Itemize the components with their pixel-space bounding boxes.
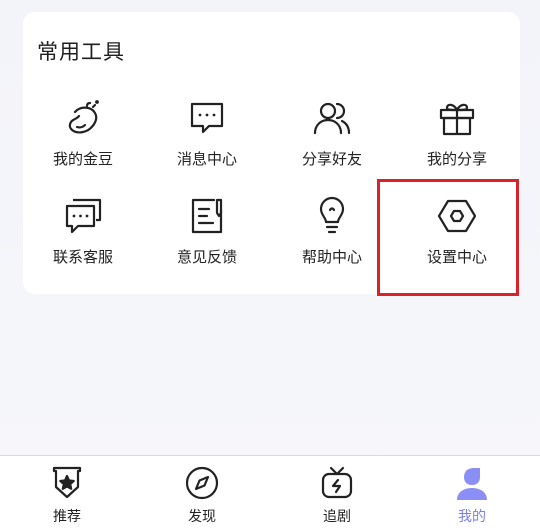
- tool-label: 帮助中心: [301, 248, 362, 266]
- tool-label: 我的分享: [426, 150, 487, 168]
- tab-drama[interactable]: 追剧: [292, 464, 382, 528]
- tab-discover[interactable]: 发现: [157, 464, 247, 528]
- tool-my-share[interactable]: 我的分享: [395, 96, 519, 192]
- message-icon: [185, 96, 229, 140]
- gift-icon: [435, 96, 479, 140]
- tool-share-friends[interactable]: 分享好友: [270, 96, 394, 192]
- tool-label: 联系客服: [52, 248, 113, 266]
- tab-label: 追剧: [323, 509, 351, 525]
- star-badge-icon: [48, 464, 86, 502]
- compass-icon: [183, 464, 221, 502]
- tab-recommend[interactable]: 推荐: [22, 464, 112, 528]
- tab-label: 推荐: [53, 509, 81, 525]
- bottom-tab-bar: 推荐 发现 追剧 我的: [0, 455, 540, 531]
- highlight-box: [377, 179, 519, 296]
- tv-icon: [318, 464, 356, 502]
- chat-icon: [61, 194, 105, 238]
- tool-label: 我的金豆: [52, 150, 113, 168]
- tab-label: 发现: [188, 509, 216, 525]
- lightbulb-icon: [310, 194, 354, 238]
- tool-help-center[interactable]: 帮助中心: [270, 194, 394, 290]
- feedback-icon: [185, 194, 229, 238]
- user-icon: [453, 464, 491, 502]
- users-icon: [310, 96, 354, 140]
- bean-icon: [61, 96, 105, 140]
- tool-feedback[interactable]: 意见反馈: [145, 194, 269, 290]
- tool-my-beans[interactable]: 我的金豆: [21, 96, 145, 192]
- app-root: 常用工具 我的金豆 消息中心 分享好友 我的分享 联系客服 意见反馈 帮助中心 …: [0, 0, 540, 531]
- tab-mine[interactable]: 我的: [427, 464, 517, 528]
- tool-contact-support[interactable]: 联系客服: [21, 194, 145, 290]
- tools-card-title: 常用工具: [37, 40, 125, 64]
- tab-label: 我的: [458, 509, 486, 525]
- tool-label: 分享好友: [301, 150, 362, 168]
- tool-label: 意见反馈: [176, 248, 237, 266]
- tool-label: 消息中心: [176, 150, 237, 168]
- tool-message-center[interactable]: 消息中心: [145, 96, 269, 192]
